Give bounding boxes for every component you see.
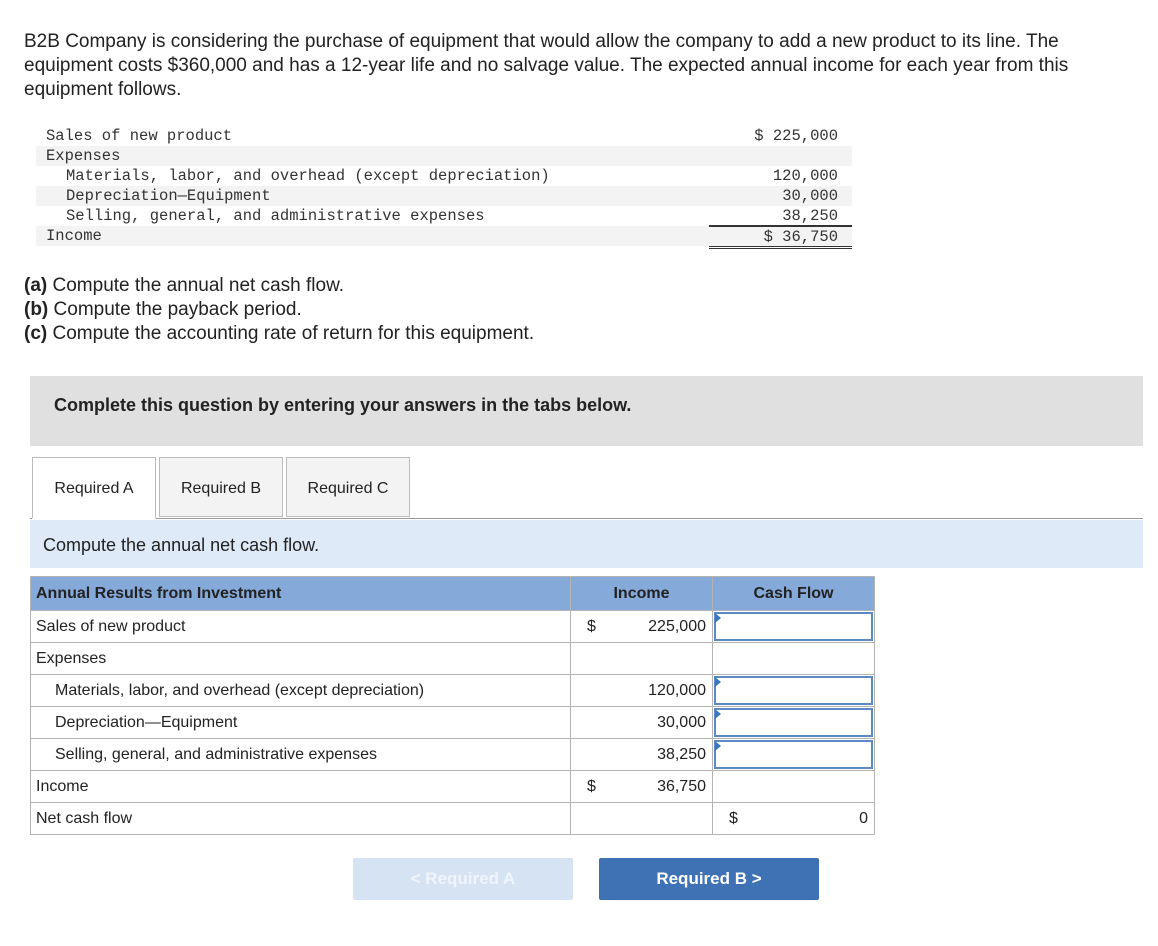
statement-row-income: Income $ 36,750 <box>36 226 852 249</box>
question-tag: (c) <box>24 323 48 344</box>
question-b: (b) Compute the payback period. <box>24 298 534 322</box>
problem-statement: B2B Company is considering the purchase … <box>24 30 1139 102</box>
table-row-net-cash-flow: Net cash flow $ 0 <box>30 802 875 835</box>
income-value: 36,750 <box>657 778 706 795</box>
cash-flow-cell <box>712 610 875 643</box>
statement-row-sga: Selling, general, and administrative exp… <box>36 206 852 226</box>
question-text: Compute the payback period. <box>48 299 302 320</box>
cash-flow-cell <box>712 706 875 739</box>
tab-required-a[interactable]: Required A <box>32 457 156 519</box>
income-statement: Sales of new product $ 225,000 Expenses … <box>36 126 852 249</box>
input-marker-icon <box>715 709 721 719</box>
question-text: Compute the accounting rate of return fo… <box>47 323 535 344</box>
income-cell: 120,000 <box>570 674 713 707</box>
income-cell: 38,250 <box>570 738 713 771</box>
statement-value: 38,250 <box>782 207 838 225</box>
table-row-expenses: Expenses <box>30 642 875 675</box>
section-subheading: Compute the annual net cash flow. <box>30 520 1143 568</box>
cash-flow-input-materials[interactable] <box>714 676 873 705</box>
dollar-sign: $ <box>587 618 596 635</box>
problem-paragraph: B2B Company is considering the purchase … <box>24 31 1069 100</box>
answer-table: Annual Results from Investment Income Ca… <box>30 576 875 835</box>
header-income: Income <box>570 576 713 611</box>
statement-label: Expenses <box>46 147 121 165</box>
income-value: 30,000 <box>657 714 706 731</box>
income-value: 225,000 <box>648 618 706 635</box>
cash-flow-input-sga[interactable] <box>714 740 873 769</box>
tab-required-b[interactable]: Required B <box>159 457 283 517</box>
cash-flow-cell <box>712 770 875 803</box>
row-label: Depreciation—Equipment <box>30 706 571 739</box>
row-label: Income <box>30 770 571 803</box>
row-label: Materials, labor, and overhead (except d… <box>30 674 571 707</box>
instruction-text: Complete this question by entering your … <box>54 395 632 415</box>
row-label: Net cash flow <box>30 802 571 835</box>
cash-flow-cell <box>712 674 875 707</box>
income-cell: $ 36,750 <box>570 770 713 803</box>
statement-label: Income <box>46 227 102 245</box>
statement-label: Depreciation—Equipment <box>66 187 271 205</box>
net-cash-flow-value: 0 <box>859 810 868 827</box>
table-row-materials: Materials, labor, and overhead (except d… <box>30 674 875 707</box>
table-row-sales: Sales of new product $ 225,000 <box>30 610 875 643</box>
statement-label: Selling, general, and administrative exp… <box>66 207 485 225</box>
table-header-row: Annual Results from Investment Income Ca… <box>30 576 875 611</box>
subheading-text: Compute the annual net cash flow. <box>43 535 320 555</box>
tab-bar: Required A Required B Required C <box>30 456 1143 519</box>
prev-required-a-button[interactable]: < Required A <box>353 858 573 900</box>
question-text: Compute the annual net cash flow. <box>47 275 345 296</box>
dollar-sign: $ <box>729 810 738 827</box>
income-value: 38,250 <box>657 746 706 763</box>
statement-value: 120,000 <box>772 167 838 185</box>
cash-flow-cell: $ 0 <box>712 802 875 835</box>
question-a: (a) Compute the annual net cash flow. <box>24 274 534 298</box>
question-tag: (a) <box>24 275 48 296</box>
statement-label: Materials, labor, and overhead (except d… <box>66 167 550 185</box>
dollar-sign: $ <box>587 778 596 795</box>
header-cash-flow: Cash Flow <box>712 576 875 611</box>
statement-value: $ 225,000 <box>754 127 838 145</box>
row-label: Expenses <box>30 642 571 675</box>
income-cell <box>570 642 713 675</box>
statement-value: 30,000 <box>782 187 838 205</box>
question-tag: (b) <box>24 299 49 320</box>
instruction-banner: Complete this question by entering your … <box>30 376 1143 446</box>
statement-label: Sales of new product <box>46 127 233 145</box>
input-marker-icon <box>715 613 721 623</box>
income-cell <box>570 802 713 835</box>
statement-row-materials: Materials, labor, and overhead (except d… <box>36 166 852 186</box>
statement-row-depreciation: Depreciation—Equipment 30,000 <box>36 186 852 206</box>
tab-required-c[interactable]: Required C <box>286 457 410 517</box>
cash-flow-cell <box>712 738 875 771</box>
statement-value: $ 36,750 <box>763 228 838 246</box>
income-cell: 30,000 <box>570 706 713 739</box>
row-label: Sales of new product <box>30 610 571 643</box>
question-list: (a) Compute the annual net cash flow. (b… <box>24 274 534 346</box>
cash-flow-cell <box>712 642 875 675</box>
question-c: (c) Compute the accounting rate of retur… <box>24 322 534 346</box>
table-row-depreciation: Depreciation—Equipment 30,000 <box>30 706 875 739</box>
table-row-sga: Selling, general, and administrative exp… <box>30 738 875 771</box>
input-marker-icon <box>715 741 721 751</box>
income-cell: $ 225,000 <box>570 610 713 643</box>
statement-row-expenses: Expenses <box>36 146 852 166</box>
income-value: 120,000 <box>648 682 706 699</box>
row-label: Selling, general, and administrative exp… <box>30 738 571 771</box>
next-required-b-button[interactable]: Required B > <box>599 858 819 900</box>
input-marker-icon <box>715 677 721 687</box>
header-annual-results: Annual Results from Investment <box>30 576 571 611</box>
table-row-income: Income $ 36,750 <box>30 770 875 803</box>
cash-flow-input-depreciation[interactable] <box>714 708 873 737</box>
cash-flow-input-sales[interactable] <box>714 612 873 641</box>
statement-row-sales: Sales of new product $ 225,000 <box>36 126 852 146</box>
